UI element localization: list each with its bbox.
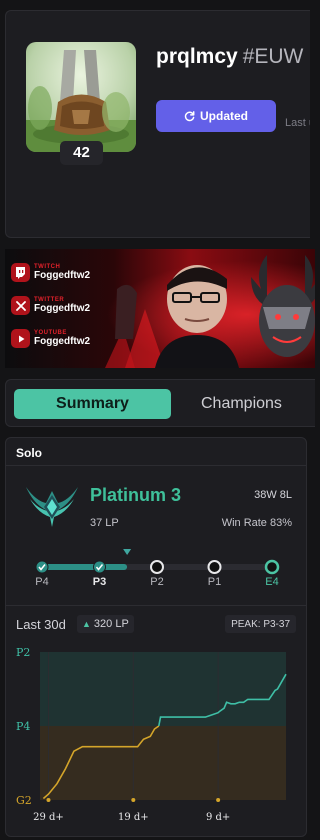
platinum-zone (40, 652, 286, 726)
update-button[interactable]: Updated (156, 100, 276, 132)
summoner-level-badge: 42 (60, 141, 103, 165)
twitter-link[interactable]: TWITTER Foggedftw2 (11, 296, 90, 315)
win-rate: Win Rate 83% (221, 517, 292, 529)
update-button-label: Updated (200, 109, 248, 123)
lp-gain-badge: ▲ 320 LP (77, 615, 134, 633)
last-30d-label: Last 30d (16, 617, 66, 632)
summoner-name: prqlmcy (156, 45, 238, 68)
y-tick-label: P4 (16, 720, 30, 733)
platinum-emblem-icon (26, 487, 78, 527)
x-tick-label: 29 d+ (33, 812, 64, 823)
profile-avatar[interactable] (26, 42, 136, 152)
twitter-handle: Foggedftw2 (34, 303, 91, 314)
lp-gain-value: 320 LP (93, 618, 129, 630)
division-node (35, 560, 49, 574)
step-label-p1: P1 (207, 576, 222, 588)
y-tick-label: G2 (16, 794, 32, 807)
youtube-icon (11, 329, 30, 348)
youtube-link[interactable]: YOUTUBE Foggedftw2 (11, 329, 90, 348)
divider (6, 605, 306, 606)
current-lp-marker (123, 549, 132, 555)
x-twitter-icon (11, 296, 30, 315)
tab-summary[interactable]: Summary (14, 389, 171, 419)
division-progress: P4 P3 P2 P1 E4 (6, 548, 306, 598)
x-tick-dot (216, 798, 221, 802)
x-tick-label: 9 d+ (206, 812, 230, 823)
profile-card: 42 prqlmcy#EUW Updated Last u (5, 10, 310, 238)
x-tick-label: 19 d+ (118, 812, 149, 823)
y-tick-label: P2 (16, 646, 30, 659)
up-arrow-icon: ▲ (82, 619, 91, 629)
last-updated-text: Last u (285, 117, 310, 129)
division-node (207, 560, 222, 574)
division-node (93, 560, 106, 574)
wins-losses: 38W 8L (254, 489, 292, 501)
peak-badge: PEAK: P3-37 (225, 615, 296, 633)
twitch-handle: Foggedftw2 (34, 270, 91, 281)
twitch-icon (11, 263, 30, 282)
step-label-p4: P4 (35, 576, 49, 588)
youtube-handle: Foggedftw2 (34, 336, 91, 347)
twitch-link[interactable]: TWITCH Foggedftw2 (11, 263, 90, 282)
tab-champions[interactable]: Champions (201, 389, 311, 419)
streamer-banner[interactable]: TWITCH Foggedftw2 TWITTER Foggedftw2 YOU… (5, 249, 315, 368)
lp-history-chart: P2 P4 G229 d+ 19 d+ 9 d+ (16, 646, 287, 823)
x-tick-dot (46, 798, 51, 802)
gold-zone (40, 726, 286, 800)
refresh-icon (184, 110, 195, 121)
summoner-name-row: prqlmcy #EUW (156, 45, 303, 69)
step-label-p2: P2 (150, 576, 164, 588)
solo-ranked-card: Solo Platinum 3 37 LP 38W 8L Win Rate 83… (5, 437, 307, 837)
division-node (150, 560, 164, 574)
league-points: 37 LP (90, 517, 119, 529)
queue-title: Solo (16, 446, 42, 460)
x-tick-dot (131, 798, 136, 802)
step-label-e4: E4 (265, 576, 279, 588)
division-node (264, 559, 280, 575)
solo-card-header: Solo (6, 438, 306, 466)
rank-tier: Platinum 3 (90, 485, 182, 505)
profile-tabs: Summary Champions (5, 379, 315, 427)
step-label-p3: P3 (92, 576, 107, 588)
summoner-tag: #EUW (242, 45, 304, 68)
